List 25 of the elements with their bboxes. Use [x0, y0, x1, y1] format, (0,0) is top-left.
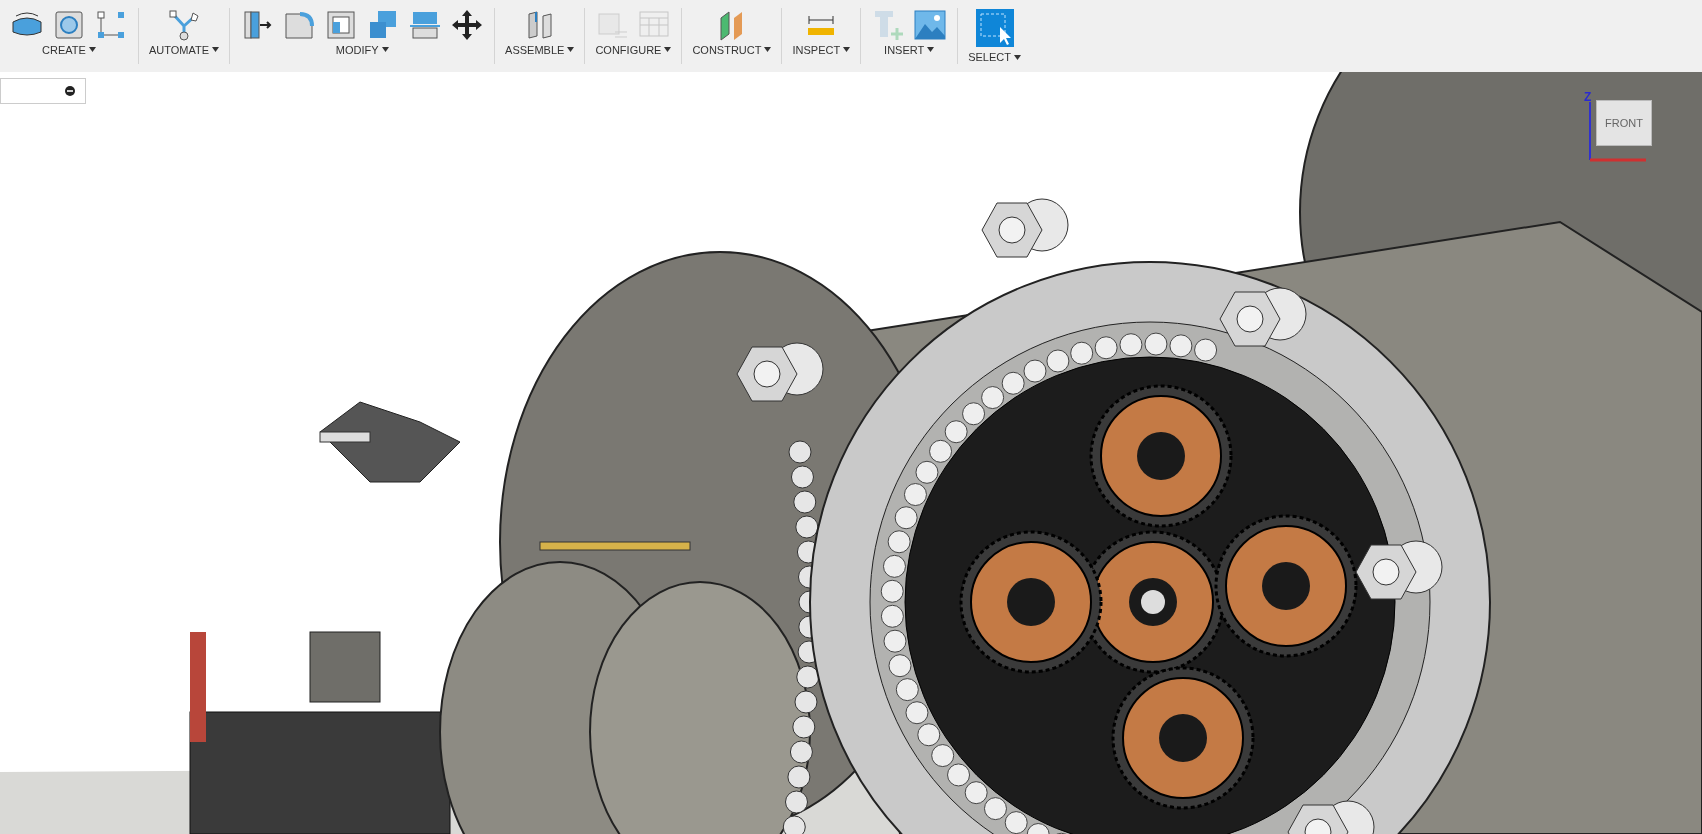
toolbar-group-menu[interactable]: INSPECT [792, 41, 851, 58]
caret-icon [88, 47, 96, 53]
caret-icon [381, 47, 389, 53]
caret-icon [927, 47, 935, 53]
toolbar-group-menu[interactable]: CREATE [42, 41, 96, 58]
toolbar-group-menu[interactable]: AUTOMATE [149, 41, 220, 58]
toolbar-group-menu[interactable]: CONSTRUCT [692, 41, 772, 58]
toolbar-group-menu[interactable]: INSERT [884, 41, 935, 58]
toolbar-group-menu[interactable]: MODIFY [335, 41, 389, 58]
caret-icon [1013, 54, 1021, 60]
toolbar-group-menu[interactable]: CONFIGURE [595, 41, 672, 58]
axis-drawing [1588, 102, 1648, 162]
cube-face-label: FRONT [1605, 115, 1643, 131]
select-icon[interactable] [975, 9, 1014, 47]
caret-icon [764, 47, 772, 53]
toolbar-group-menu[interactable]: SELECT [968, 48, 1021, 66]
axis-label: Z [1584, 89, 1592, 106]
caret-icon [843, 47, 851, 53]
collapse-icon[interactable] [65, 86, 75, 96]
caret-icon [212, 47, 220, 53]
caret-icon [567, 47, 575, 53]
image-icon[interactable] [913, 7, 948, 42]
view-cube[interactable]: Z FRONT [1582, 88, 1658, 168]
caret-icon [664, 47, 672, 53]
toolbar-group-menu[interactable]: ASSEMBLE [505, 41, 575, 58]
